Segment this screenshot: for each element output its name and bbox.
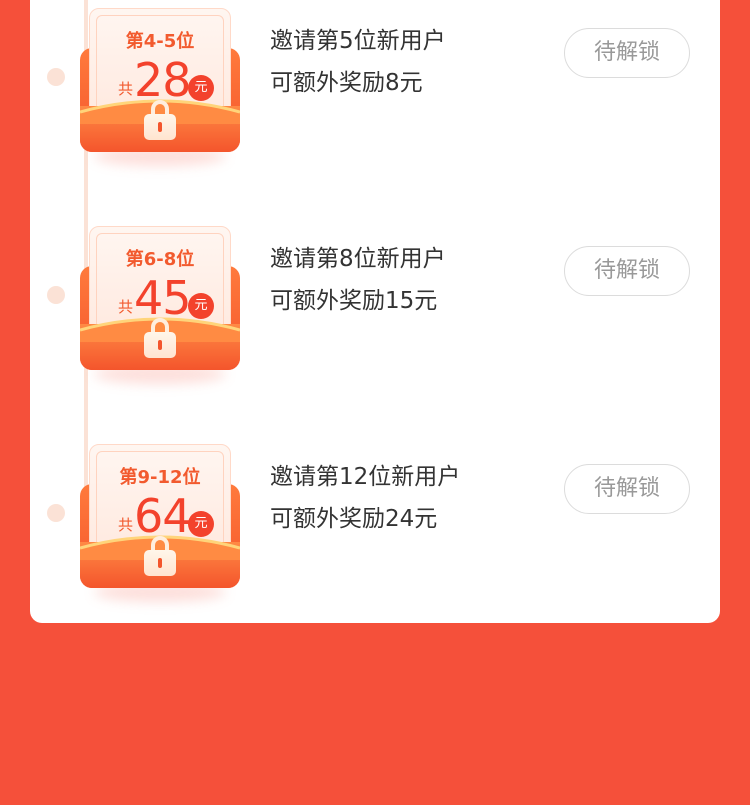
- reward-description: 邀请第8位新用户 可额外奖励15元: [270, 238, 446, 322]
- reward-row: 第9-12位 共 64 元 邀请第12位新用户 可额外奖励24元 待解锁: [0, 444, 750, 614]
- pending-unlock-button[interactable]: 待解锁: [564, 464, 690, 514]
- invite-target-text: 邀请第5位新用户: [270, 28, 446, 54]
- reward-description: 邀请第12位新用户 可额外奖励24元: [270, 456, 460, 540]
- reward-row: 第6-8位 共 45 元 邀请第8位新用户 可额外奖励15元 待解锁: [0, 226, 750, 396]
- extra-reward-text: 可额外奖励8元: [270, 70, 423, 96]
- red-envelope-icon: 第6-8位 共 45 元: [80, 226, 240, 386]
- reward-row: 第4-5位 共 28 元 邀请第5位新用户 可额外奖励8元 待解锁: [0, 8, 750, 178]
- lock-icon: [144, 100, 176, 140]
- pending-unlock-button[interactable]: 待解锁: [564, 28, 690, 78]
- reward-range-label: 第6-8位: [125, 249, 195, 270]
- invite-target-text: 邀请第12位新用户: [270, 464, 461, 490]
- pending-unlock-button[interactable]: 待解锁: [564, 246, 690, 296]
- extra-reward-text: 可额外奖励15元: [270, 288, 438, 314]
- reward-range-label: 第4-5位: [125, 31, 195, 52]
- extra-reward-text: 可额外奖励24元: [270, 506, 438, 532]
- lock-icon: [144, 318, 176, 358]
- red-envelope-icon: 第4-5位 共 28 元: [80, 8, 240, 168]
- reward-range-label: 第9-12位: [119, 467, 201, 488]
- invite-target-text: 邀请第8位新用户: [270, 246, 446, 272]
- reward-description: 邀请第5位新用户 可额外奖励8元: [270, 20, 446, 104]
- red-envelope-icon: 第9-12位 共 64 元: [80, 444, 240, 604]
- lock-icon: [144, 536, 176, 576]
